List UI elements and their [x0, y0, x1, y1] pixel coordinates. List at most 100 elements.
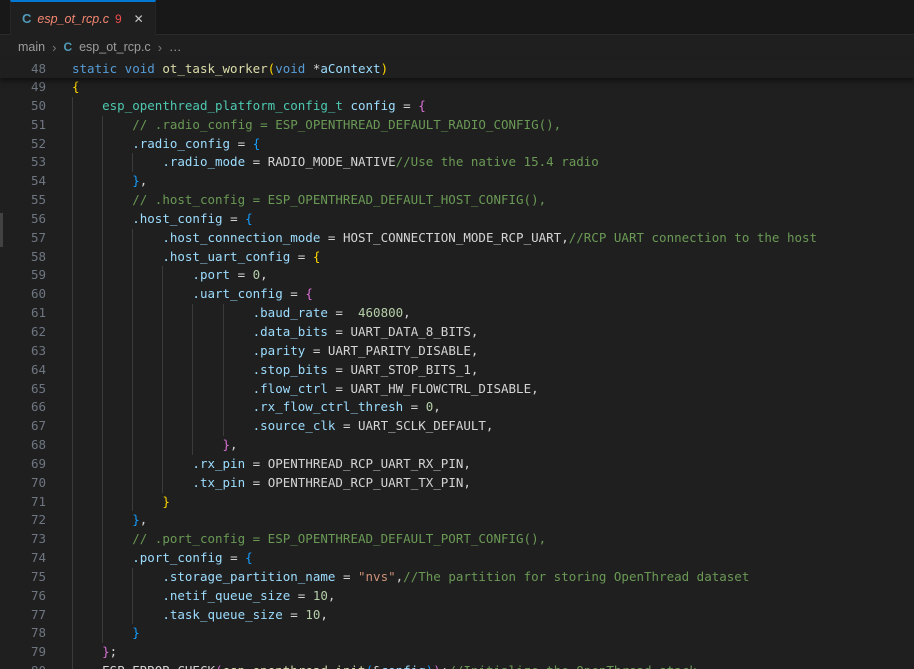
code-token: // .port_config = ESP_OPENTHREAD_DEFAULT… [132, 531, 546, 546]
tab-label: esp_ot_rcp.c [37, 12, 109, 26]
code-token: .tx_pin [192, 475, 252, 490]
code-token: "nvs" [358, 569, 396, 584]
code-token: UART_DATA_8_BITS, [350, 324, 478, 339]
code-line[interactable]: 56 .host_config = { [0, 210, 914, 229]
code-text: }; [72, 643, 117, 662]
code-line[interactable]: 70 .tx_pin = OPENTHREAD_RCP_UART_TX_PIN, [0, 474, 914, 493]
code-token: , [260, 267, 268, 282]
code-token: = [343, 418, 358, 433]
line-number: 48 [0, 59, 46, 78]
code-text: .parity = UART_PARITY_DISABLE, [72, 342, 478, 361]
code-token: .baud_rate [253, 305, 336, 320]
code-token: .netif_queue_size [162, 588, 297, 603]
code-token: ESP_ERROR_CHECK [102, 663, 215, 669]
code-line[interactable]: 77 .task_queue_size = 10, [0, 606, 914, 625]
line-number: 74 [0, 549, 46, 568]
code-token: esp_openthread_platform_config_t [102, 98, 350, 113]
code-token: = [290, 286, 305, 301]
code-text: esp_openthread_platform_config_t config … [72, 97, 426, 116]
code-token: } [132, 173, 140, 188]
code-token: = [298, 588, 313, 603]
code-token: .data_bits [253, 324, 336, 339]
code-token: = [298, 249, 313, 264]
code-token: { [313, 249, 321, 264]
code-line[interactable]: 52 .radio_config = { [0, 135, 914, 154]
code-line[interactable]: 73 // .port_config = ESP_OPENTHREAD_DEFA… [0, 530, 914, 549]
code-token: .radio_mode [162, 154, 252, 169]
breadcrumb-folder[interactable]: main [18, 40, 45, 54]
code-token: RADIO_MODE_NATIVE [268, 154, 396, 169]
tab-esp-ot-rcp[interactable]: C esp_ot_rcp.c 9 ✕ [10, 0, 156, 35]
code-line[interactable]: 59 .port = 0, [0, 266, 914, 285]
code-token: ; [110, 644, 118, 659]
code-token: { [418, 98, 426, 113]
code-token: esp_openthread_init [223, 663, 366, 669]
code-line[interactable]: 49{ [0, 78, 914, 97]
code-token: .port [192, 267, 237, 282]
line-number: 57 [0, 229, 46, 248]
code-line[interactable]: 69 .rx_pin = OPENTHREAD_RCP_UART_RX_PIN, [0, 455, 914, 474]
left-edge-scrollbar-thumb[interactable] [0, 213, 3, 247]
code-token: // .host_config = ESP_OPENTHREAD_DEFAULT… [132, 192, 546, 207]
code-line[interactable]: 76 .netif_queue_size = 10, [0, 587, 914, 606]
code-line[interactable]: 65 .flow_ctrl = UART_HW_FLOWCTRL_DISABLE… [0, 380, 914, 399]
code-line-clipped[interactable]: 80 ESP_ERROR_CHECK(esp_openthread_init(&… [0, 662, 914, 669]
code-line[interactable]: 78 } [0, 624, 914, 643]
breadcrumb-file[interactable]: esp_ot_rcp.c [79, 40, 151, 54]
line-number: 69 [0, 455, 46, 474]
code-line[interactable]: 71 } [0, 493, 914, 512]
code-token: .parity [253, 343, 313, 358]
code-text: .flow_ctrl = UART_HW_FLOWCTRL_DISABLE, [72, 380, 539, 399]
code-line[interactable]: 64 .stop_bits = UART_STOP_BITS_1, [0, 361, 914, 380]
line-number: 80 [0, 662, 46, 669]
breadcrumb-symbol-ellipsis[interactable]: … [169, 40, 182, 54]
code-line[interactable]: 60 .uart_config = { [0, 285, 914, 304]
code-token: static void [72, 61, 162, 76]
code-token: = [328, 230, 343, 245]
code-token: ) [381, 61, 389, 76]
code-line[interactable]: 66 .rx_flow_ctrl_thresh = 0, [0, 398, 914, 417]
code-line[interactable]: 57 .host_connection_mode = HOST_CONNECTI… [0, 229, 914, 248]
code-line[interactable]: 58 .host_uart_config = { [0, 248, 914, 267]
code-token: .stop_bits [253, 362, 336, 377]
code-token: , [140, 512, 148, 527]
code-token: ( [215, 663, 223, 669]
line-number: 54 [0, 172, 46, 191]
code-token: , [320, 607, 328, 622]
code-line[interactable]: 74 .port_config = { [0, 549, 914, 568]
code-text: .host_connection_mode = HOST_CONNECTION_… [72, 229, 817, 248]
code-line[interactable]: 53 .radio_mode = RADIO_MODE_NATIVE//Use … [0, 153, 914, 172]
line-number: 67 [0, 417, 46, 436]
code-line[interactable]: 61 .baud_rate = 460800, [0, 304, 914, 323]
code-text: .rx_flow_ctrl_thresh = 0, [72, 398, 441, 417]
code-line[interactable]: 50 esp_openthread_platform_config_t conf… [0, 97, 914, 116]
code-token: = [403, 98, 418, 113]
code-line[interactable]: 62 .data_bits = UART_DATA_8_BITS, [0, 323, 914, 342]
code-token: & [373, 663, 381, 669]
code-text: .stop_bits = UART_STOP_BITS_1, [72, 361, 478, 380]
sticky-scroll-line[interactable]: 48 static void ot_task_worker(void *aCon… [0, 59, 914, 78]
code-line[interactable]: 68 }, [0, 436, 914, 455]
line-number: 62 [0, 323, 46, 342]
line-number: 53 [0, 153, 46, 172]
code-line[interactable]: 54 }, [0, 172, 914, 191]
close-icon[interactable]: ✕ [134, 12, 144, 26]
code-token: config [381, 663, 426, 669]
code-line[interactable]: 75 .storage_partition_name = "nvs",//The… [0, 568, 914, 587]
code-token: // .radio_config = ESP_OPENTHREAD_DEFAUL… [132, 117, 561, 132]
code-line[interactable]: 63 .parity = UART_PARITY_DISABLE, [0, 342, 914, 361]
code-token: } [162, 494, 170, 509]
code-line[interactable]: 51 // .radio_config = ESP_OPENTHREAD_DEF… [0, 116, 914, 135]
code-token: = [253, 456, 268, 471]
code-token: = [238, 136, 253, 151]
line-number: 61 [0, 304, 46, 323]
code-area[interactable]: 49{50 esp_openthread_platform_config_t c… [0, 78, 914, 669]
code-line[interactable]: 55 // .host_config = ESP_OPENTHREAD_DEFA… [0, 191, 914, 210]
code-token: .port_config [132, 550, 230, 565]
code-line[interactable]: 67 .source_clk = UART_SCLK_DEFAULT, [0, 417, 914, 436]
code-token: = [253, 154, 268, 169]
code-token: , [230, 437, 238, 452]
code-token: .flow_ctrl [253, 381, 336, 396]
code-line[interactable]: 72 }, [0, 511, 914, 530]
code-line[interactable]: 79 }; [0, 643, 914, 662]
